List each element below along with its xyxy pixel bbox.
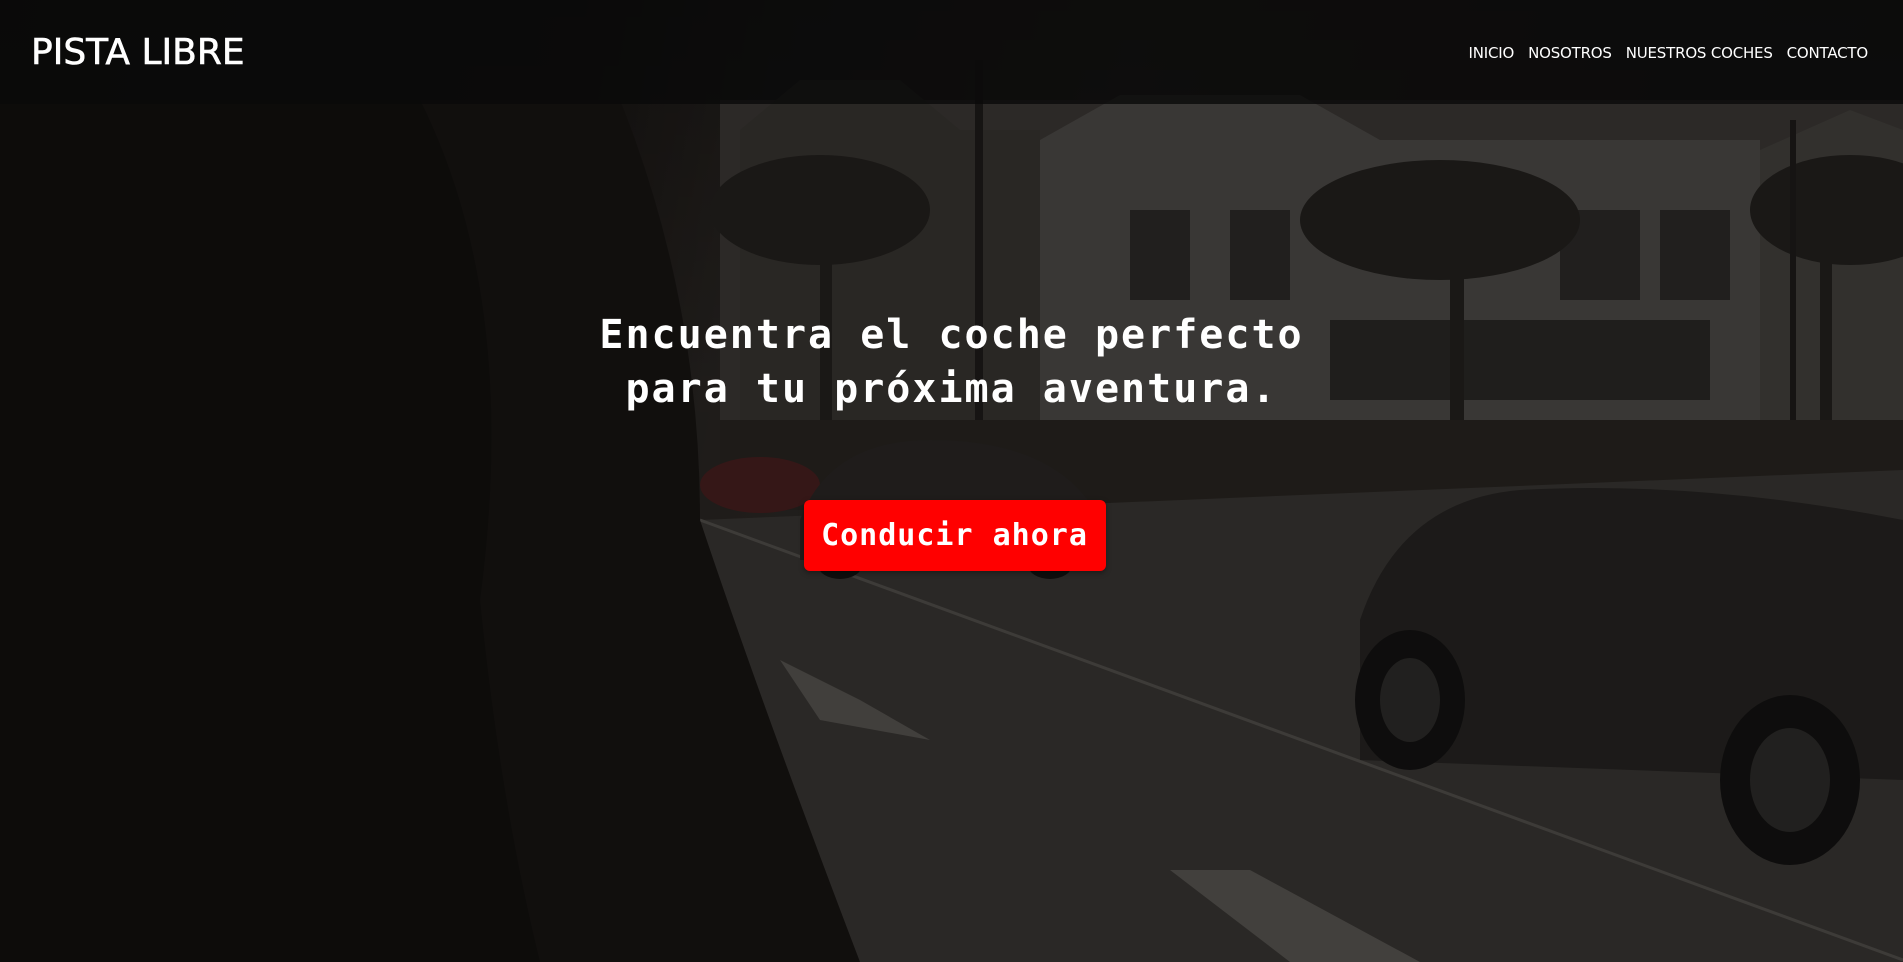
landing-page: PISTA LIBRE INICIO NOSOTROS NUESTROS COC… xyxy=(0,0,1903,962)
main-nav: INICIO NOSOTROS NUESTROS COCHES CONTACTO xyxy=(1468,44,1868,62)
hero-title-line-1: Encuentra el coche perfecto xyxy=(599,312,1304,358)
drive-now-button[interactable]: Conducir ahora xyxy=(803,500,1106,571)
top-navbar: PISTA LIBRE INICIO NOSOTROS NUESTROS COC… xyxy=(0,0,1903,104)
nav-link-inicio[interactable]: INICIO xyxy=(1468,44,1514,62)
hero-title: Encuentra el coche perfecto para tu próx… xyxy=(572,308,1332,416)
nav-link-contacto[interactable]: CONTACTO xyxy=(1787,44,1869,62)
hero-section: Encuentra el coche perfecto para tu próx… xyxy=(0,308,1903,571)
nav-link-nuestros-coches[interactable]: NUESTROS COCHES xyxy=(1626,44,1773,62)
brand-logo[interactable]: PISTA LIBRE xyxy=(31,31,245,73)
hero-title-line-2: para tu próxima aventura. xyxy=(625,366,1278,412)
nav-link-nosotros[interactable]: NOSOTROS xyxy=(1528,44,1612,62)
